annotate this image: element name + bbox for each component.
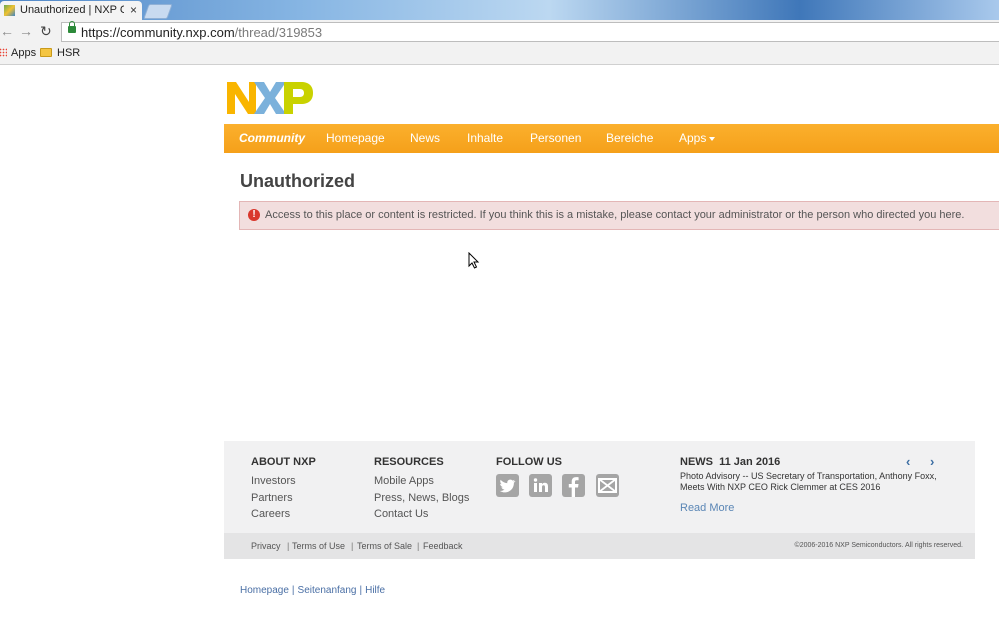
separator: | (351, 541, 354, 551)
footer-link-mobile-apps[interactable]: Mobile Apps (374, 475, 434, 487)
tab-title: Unauthorized | NXP Comm (20, 4, 124, 16)
footer-link-investors[interactable]: Investors (251, 475, 296, 487)
bookmark-hsr[interactable]: HSR (57, 47, 80, 59)
nav-apps-label: Apps (679, 131, 707, 145)
bookmark-apps[interactable]: Apps (11, 47, 36, 59)
browser-tab-strip: Unauthorized | NXP Comm × (0, 0, 999, 20)
bottom-links: Homepage | Seitenanfang | Hilfe (240, 585, 385, 596)
nav-apps[interactable]: Apps (679, 131, 716, 145)
bookmarks-bar: Apps HSR (0, 44, 999, 65)
footer-bottom-bar: Privacy | Terms of Use | Terms of Sale |… (224, 533, 975, 559)
footer-follow-title: FOLLOW US (496, 456, 562, 468)
tab-close-icon[interactable]: × (130, 3, 137, 17)
apps-grid-icon (0, 48, 7, 57)
nav-inhalte[interactable]: Inhalte (467, 131, 503, 145)
facebook-icon[interactable] (562, 474, 585, 497)
new-tab-button[interactable] (143, 4, 173, 19)
separator: | (291, 585, 295, 596)
separator: | (287, 541, 290, 551)
error-icon: ! (248, 209, 260, 221)
link-seitenanfang[interactable]: Seitenanfang (298, 585, 357, 596)
browser-tab[interactable]: Unauthorized | NXP Comm × (0, 1, 142, 20)
footer-about-title: ABOUT NXP (251, 456, 316, 468)
nav-bereiche[interactable]: Bereiche (606, 131, 653, 145)
error-alert: ! Access to this place or content is res… (239, 201, 999, 230)
read-more-link[interactable]: Read More (680, 502, 734, 514)
nxp-logo[interactable] (227, 82, 313, 114)
address-bar[interactable]: https://community.nxp.com/thread/319853 (61, 21, 999, 42)
footer-link-privacy[interactable]: Privacy (251, 541, 281, 551)
link-hilfe[interactable]: Hilfe (365, 585, 385, 596)
nav-community[interactable]: Community (239, 131, 305, 145)
footer-link-partners[interactable]: Partners (251, 492, 293, 504)
link-homepage[interactable]: Homepage (240, 585, 289, 596)
site-footer: ABOUT NXP Investors Partners Careers RES… (224, 441, 975, 559)
favicon-icon (4, 5, 15, 16)
lock-icon (68, 21, 76, 33)
twitter-icon[interactable] (496, 474, 519, 497)
mouse-cursor-icon (468, 252, 480, 269)
nav-homepage[interactable]: Homepage (326, 131, 385, 145)
footer-news-title: NEWS 11 Jan 2016 (680, 456, 780, 468)
copyright: ©2006-2016 NXP Semiconductors. All right… (794, 542, 963, 549)
news-headline[interactable]: Photo Advisory -- US Secretary of Transp… (680, 471, 960, 493)
browser-toolbar: ← → ↻ https://community.nxp.com/thread/3… (0, 20, 999, 44)
email-icon[interactable] (596, 474, 619, 497)
nav-news[interactable]: News (410, 131, 440, 145)
separator: | (417, 541, 420, 551)
footer-link-press[interactable]: Press, News, Blogs (374, 492, 469, 504)
news-label: NEWS (680, 456, 713, 468)
alert-message: Access to this place or content is restr… (265, 209, 965, 221)
footer-link-terms-of-use[interactable]: Terms of Use (292, 541, 345, 551)
folder-icon (40, 48, 52, 57)
footer-link-feedback[interactable]: Feedback (423, 541, 463, 551)
footer-link-terms-of-sale[interactable]: Terms of Sale (357, 541, 412, 551)
url-text: https://community.nxp.com/thread/319853 (81, 25, 323, 40)
footer-link-careers[interactable]: Careers (251, 508, 290, 520)
footer-link-contact[interactable]: Contact Us (374, 508, 428, 520)
main-nav: Community Homepage News Inhalte Personen… (224, 124, 999, 153)
back-icon[interactable]: ← (0, 23, 14, 39)
forward-icon[interactable]: → (19, 23, 33, 39)
linkedin-icon[interactable] (529, 474, 552, 497)
news-date: 11 Jan 2016 (719, 456, 781, 468)
page-title: Unauthorized (240, 171, 355, 191)
footer-resources-title: RESOURCES (374, 456, 444, 468)
reload-icon[interactable]: ↻ (40, 23, 52, 40)
caret-down-icon (709, 136, 716, 141)
nav-personen[interactable]: Personen (530, 131, 581, 145)
news-prev-icon[interactable]: ‹ (906, 454, 910, 469)
news-next-icon[interactable]: › (930, 454, 934, 469)
separator: | (359, 585, 363, 596)
